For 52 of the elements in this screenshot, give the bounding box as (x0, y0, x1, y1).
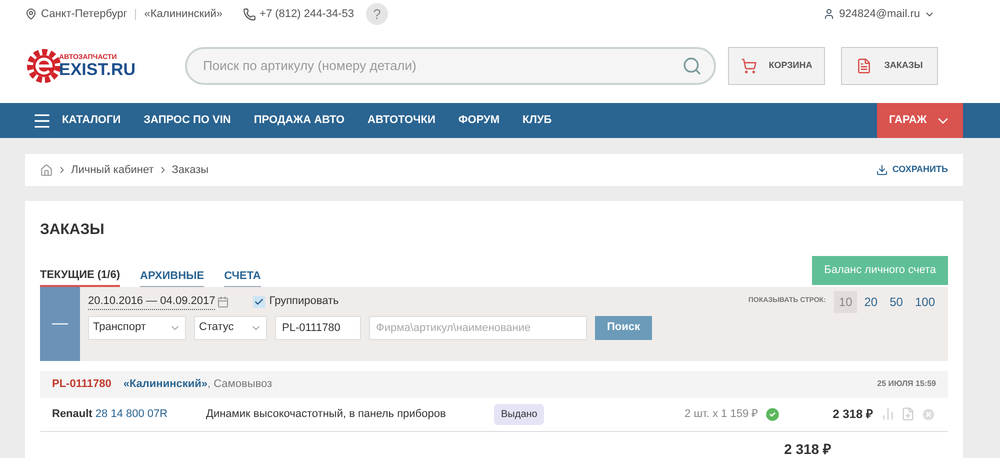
garage-button[interactable]: ГАРАЖ (877, 103, 963, 138)
bar-chart-icon[interactable] (881, 407, 895, 421)
item-description: Динамик высокочастотный, в панель приборов (206, 406, 447, 422)
order-number-field[interactable]: PL-0111780 (275, 316, 361, 340)
user-email[interactable]: 924824@mail.ru (839, 6, 920, 22)
document-list-icon (856, 58, 872, 74)
save-link[interactable]: СОХРАНИТЬ (892, 163, 948, 177)
phone-icon (242, 8, 256, 20)
nav-link[interactable]: ПРОДАЖА АВТО (254, 112, 345, 129)
group-checkbox[interactable] (253, 296, 266, 308)
date-range-link[interactable]: 20.10.2016 — 04.09.2017 (88, 292, 216, 310)
nav-link[interactable]: АВТОТОЧКИ (368, 112, 436, 129)
store-link[interactable]: «Калининский» (144, 6, 223, 22)
collapse-button[interactable]: — (40, 286, 80, 360)
order-total: 2 318 ₽ (784, 440, 831, 458)
order-store[interactable]: «Калининский» (123, 376, 208, 392)
transport-select[interactable]: Транспорт (88, 316, 186, 340)
download-icon[interactable] (876, 164, 888, 176)
user-icon (823, 8, 836, 20)
page-title: ЗАКАЗЫ (40, 220, 106, 240)
document-add-icon[interactable] (901, 407, 915, 421)
home-icon[interactable] (40, 164, 53, 176)
item-sum: 2 318 ₽ (832, 406, 873, 423)
item-brand: Renault (52, 408, 92, 420)
order-date: 25 ИЮЛЯ 15:59 (877, 378, 936, 390)
order-delivery: , Самовывоз (208, 376, 272, 392)
cart-button[interactable]: КОРЗИНА (728, 46, 825, 84)
nav-link[interactable]: ЗАПРОС ПО VIN (144, 112, 231, 129)
nav-link[interactable]: КАТАЛОГИ (62, 112, 121, 129)
status-badge: Выдано (494, 404, 544, 424)
group-label: Группировать (269, 294, 339, 310)
phone-number: +7 (812) 244-34-53 (260, 6, 354, 22)
order-number[interactable]: PL-0111780 (52, 376, 112, 392)
orders-button[interactable]: ЗАКАЗЫ (841, 46, 938, 84)
nav-link[interactable]: ФОРУМ (458, 112, 500, 129)
location-pin-icon (25, 8, 37, 20)
calendar-icon[interactable] (217, 296, 230, 308)
rows-option[interactable]: 50 (884, 290, 908, 312)
cart-icon (740, 58, 757, 74)
item-article[interactable]: 28 14 800 07R (95, 408, 168, 420)
item-quantity: 2 шт. x 1 159 ₽ (684, 406, 758, 422)
search-field[interactable]: Поиск по артикулу (номеру детали) (185, 46, 716, 84)
logo-name: EXIST.RU (59, 60, 136, 78)
city-link[interactable]: Санкт-Петербург (41, 6, 128, 22)
rows-option[interactable]: 20 (859, 290, 883, 312)
query-field[interactable]: Фирма\артикул\наименование (369, 316, 587, 340)
status-select[interactable]: Статус (194, 316, 267, 340)
search-icon[interactable] (682, 56, 702, 76)
rows-option[interactable]: 100 (910, 290, 940, 312)
nav-link[interactable]: КЛУБ (522, 112, 552, 129)
breadcrumb-link[interactable]: Личный кабинет (71, 162, 154, 178)
breadcrumb-link[interactable]: Заказы (172, 162, 209, 178)
